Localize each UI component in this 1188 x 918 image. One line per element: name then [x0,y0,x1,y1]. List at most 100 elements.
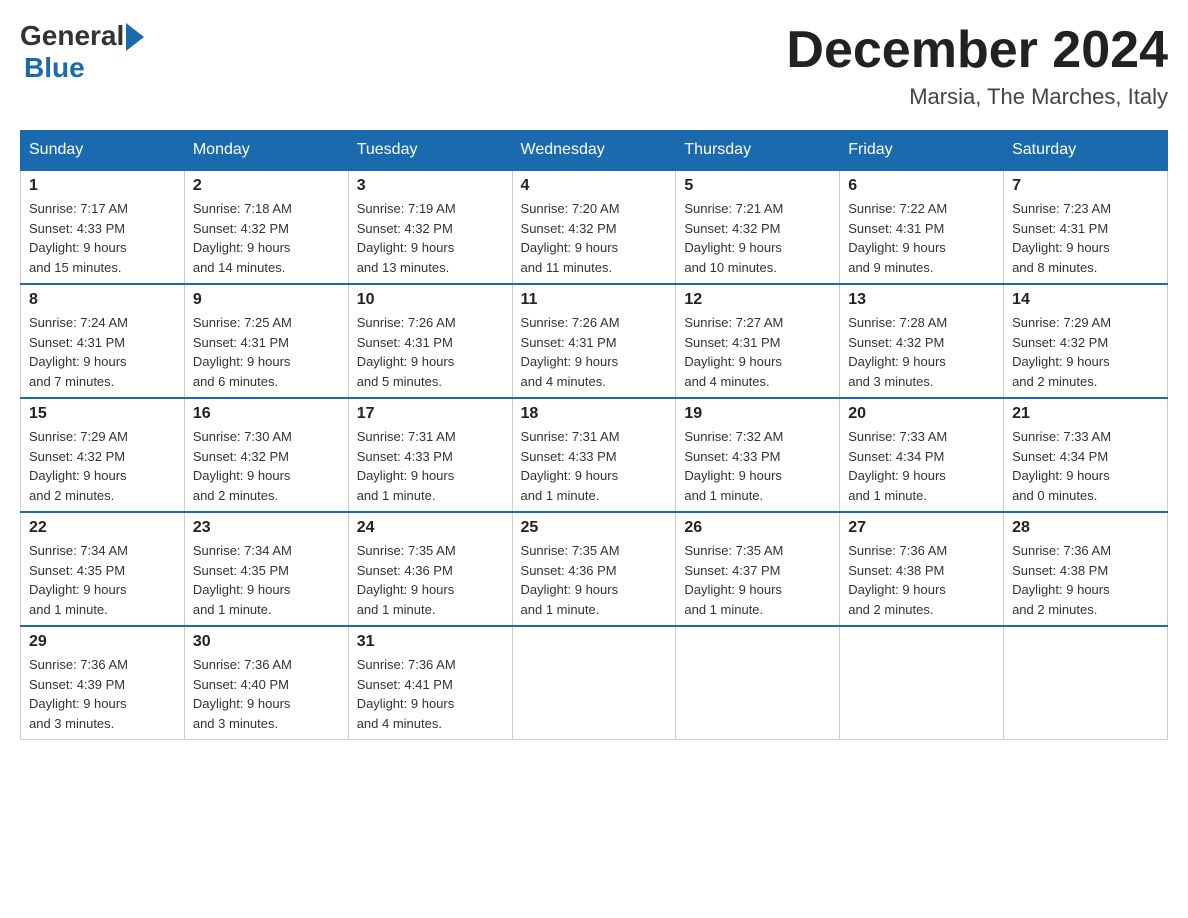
day-info: Sunrise: 7:36 AM Sunset: 4:38 PM Dayligh… [848,541,995,619]
day-number: 22 [29,519,176,537]
day-info: Sunrise: 7:22 AM Sunset: 4:31 PM Dayligh… [848,199,995,277]
day-number: 30 [193,633,340,651]
calendar-cell: 26 Sunrise: 7:35 AM Sunset: 4:37 PM Dayl… [676,512,840,626]
day-info: Sunrise: 7:34 AM Sunset: 4:35 PM Dayligh… [193,541,340,619]
calendar-cell: 22 Sunrise: 7:34 AM Sunset: 4:35 PM Dayl… [21,512,185,626]
logo-arrow-icon [126,23,144,51]
day-number: 1 [29,177,176,195]
day-number: 27 [848,519,995,537]
calendar-cell: 12 Sunrise: 7:27 AM Sunset: 4:31 PM Dayl… [676,284,840,398]
day-number: 2 [193,177,340,195]
header-friday: Friday [840,131,1004,171]
calendar-cell: 10 Sunrise: 7:26 AM Sunset: 4:31 PM Dayl… [348,284,512,398]
day-info: Sunrise: 7:29 AM Sunset: 4:32 PM Dayligh… [29,427,176,505]
day-info: Sunrise: 7:33 AM Sunset: 4:34 PM Dayligh… [1012,427,1159,505]
day-number: 11 [521,291,668,309]
calendar-cell: 14 Sunrise: 7:29 AM Sunset: 4:32 PM Dayl… [1004,284,1168,398]
day-info: Sunrise: 7:31 AM Sunset: 4:33 PM Dayligh… [357,427,504,505]
header-thursday: Thursday [676,131,840,171]
day-number: 14 [1012,291,1159,309]
day-info: Sunrise: 7:36 AM Sunset: 4:41 PM Dayligh… [357,655,504,733]
calendar-cell [676,626,840,740]
calendar-cell: 8 Sunrise: 7:24 AM Sunset: 4:31 PM Dayli… [21,284,185,398]
location-title: Marsia, The Marches, Italy [786,84,1168,110]
calendar-cell: 23 Sunrise: 7:34 AM Sunset: 4:35 PM Dayl… [184,512,348,626]
calendar-cell: 30 Sunrise: 7:36 AM Sunset: 4:40 PM Dayl… [184,626,348,740]
day-info: Sunrise: 7:27 AM Sunset: 4:31 PM Dayligh… [684,313,831,391]
day-number: 8 [29,291,176,309]
calendar-cell: 31 Sunrise: 7:36 AM Sunset: 4:41 PM Dayl… [348,626,512,740]
day-info: Sunrise: 7:25 AM Sunset: 4:31 PM Dayligh… [193,313,340,391]
calendar-cell: 20 Sunrise: 7:33 AM Sunset: 4:34 PM Dayl… [840,398,1004,512]
calendar-cell: 18 Sunrise: 7:31 AM Sunset: 4:33 PM Dayl… [512,398,676,512]
week-row-2: 8 Sunrise: 7:24 AM Sunset: 4:31 PM Dayli… [21,284,1168,398]
day-info: Sunrise: 7:36 AM Sunset: 4:38 PM Dayligh… [1012,541,1159,619]
calendar-cell [840,626,1004,740]
week-row-4: 22 Sunrise: 7:34 AM Sunset: 4:35 PM Dayl… [21,512,1168,626]
day-info: Sunrise: 7:19 AM Sunset: 4:32 PM Dayligh… [357,199,504,277]
day-number: 26 [684,519,831,537]
day-info: Sunrise: 7:26 AM Sunset: 4:31 PM Dayligh… [521,313,668,391]
calendar-cell: 15 Sunrise: 7:29 AM Sunset: 4:32 PM Dayl… [21,398,185,512]
day-number: 3 [357,177,504,195]
calendar-cell: 7 Sunrise: 7:23 AM Sunset: 4:31 PM Dayli… [1004,170,1168,284]
day-number: 24 [357,519,504,537]
calendar-cell: 5 Sunrise: 7:21 AM Sunset: 4:32 PM Dayli… [676,170,840,284]
day-info: Sunrise: 7:20 AM Sunset: 4:32 PM Dayligh… [521,199,668,277]
day-number: 19 [684,405,831,423]
calendar-cell: 3 Sunrise: 7:19 AM Sunset: 4:32 PM Dayli… [348,170,512,284]
day-number: 18 [521,405,668,423]
day-info: Sunrise: 7:29 AM Sunset: 4:32 PM Dayligh… [1012,313,1159,391]
day-number: 23 [193,519,340,537]
logo-general-text: General [20,20,124,52]
logo-blue-text: Blue [24,52,144,84]
calendar-cell: 13 Sunrise: 7:28 AM Sunset: 4:32 PM Dayl… [840,284,1004,398]
header-sunday: Sunday [21,131,185,171]
calendar-cell: 24 Sunrise: 7:35 AM Sunset: 4:36 PM Dayl… [348,512,512,626]
calendar-cell: 2 Sunrise: 7:18 AM Sunset: 4:32 PM Dayli… [184,170,348,284]
calendar-cell: 4 Sunrise: 7:20 AM Sunset: 4:32 PM Dayli… [512,170,676,284]
day-info: Sunrise: 7:21 AM Sunset: 4:32 PM Dayligh… [684,199,831,277]
calendar-header-row: Sunday Monday Tuesday Wednesday Thursday… [21,131,1168,171]
day-number: 12 [684,291,831,309]
day-number: 15 [29,405,176,423]
day-number: 28 [1012,519,1159,537]
day-number: 9 [193,291,340,309]
day-info: Sunrise: 7:30 AM Sunset: 4:32 PM Dayligh… [193,427,340,505]
calendar-cell [512,626,676,740]
day-number: 6 [848,177,995,195]
calendar-table: Sunday Monday Tuesday Wednesday Thursday… [20,130,1168,740]
header-saturday: Saturday [1004,131,1168,171]
day-info: Sunrise: 7:35 AM Sunset: 4:37 PM Dayligh… [684,541,831,619]
calendar-cell: 25 Sunrise: 7:35 AM Sunset: 4:36 PM Dayl… [512,512,676,626]
calendar-cell: 9 Sunrise: 7:25 AM Sunset: 4:31 PM Dayli… [184,284,348,398]
day-number: 7 [1012,177,1159,195]
day-info: Sunrise: 7:28 AM Sunset: 4:32 PM Dayligh… [848,313,995,391]
page-header: General Blue December 2024 Marsia, The M… [20,20,1168,110]
day-number: 16 [193,405,340,423]
day-info: Sunrise: 7:24 AM Sunset: 4:31 PM Dayligh… [29,313,176,391]
week-row-3: 15 Sunrise: 7:29 AM Sunset: 4:32 PM Dayl… [21,398,1168,512]
day-number: 4 [521,177,668,195]
header-tuesday: Tuesday [348,131,512,171]
calendar-cell: 21 Sunrise: 7:33 AM Sunset: 4:34 PM Dayl… [1004,398,1168,512]
day-info: Sunrise: 7:33 AM Sunset: 4:34 PM Dayligh… [848,427,995,505]
header-monday: Monday [184,131,348,171]
day-number: 17 [357,405,504,423]
calendar-cell: 6 Sunrise: 7:22 AM Sunset: 4:31 PM Dayli… [840,170,1004,284]
calendar-cell: 1 Sunrise: 7:17 AM Sunset: 4:33 PM Dayli… [21,170,185,284]
day-number: 29 [29,633,176,651]
day-number: 10 [357,291,504,309]
week-row-5: 29 Sunrise: 7:36 AM Sunset: 4:39 PM Dayl… [21,626,1168,740]
day-number: 5 [684,177,831,195]
calendar-cell: 11 Sunrise: 7:26 AM Sunset: 4:31 PM Dayl… [512,284,676,398]
calendar-cell: 16 Sunrise: 7:30 AM Sunset: 4:32 PM Dayl… [184,398,348,512]
day-info: Sunrise: 7:23 AM Sunset: 4:31 PM Dayligh… [1012,199,1159,277]
month-title: December 2024 [786,20,1168,80]
day-number: 20 [848,405,995,423]
week-row-1: 1 Sunrise: 7:17 AM Sunset: 4:33 PM Dayli… [21,170,1168,284]
day-info: Sunrise: 7:36 AM Sunset: 4:40 PM Dayligh… [193,655,340,733]
day-number: 21 [1012,405,1159,423]
day-number: 13 [848,291,995,309]
calendar-cell: 27 Sunrise: 7:36 AM Sunset: 4:38 PM Dayl… [840,512,1004,626]
